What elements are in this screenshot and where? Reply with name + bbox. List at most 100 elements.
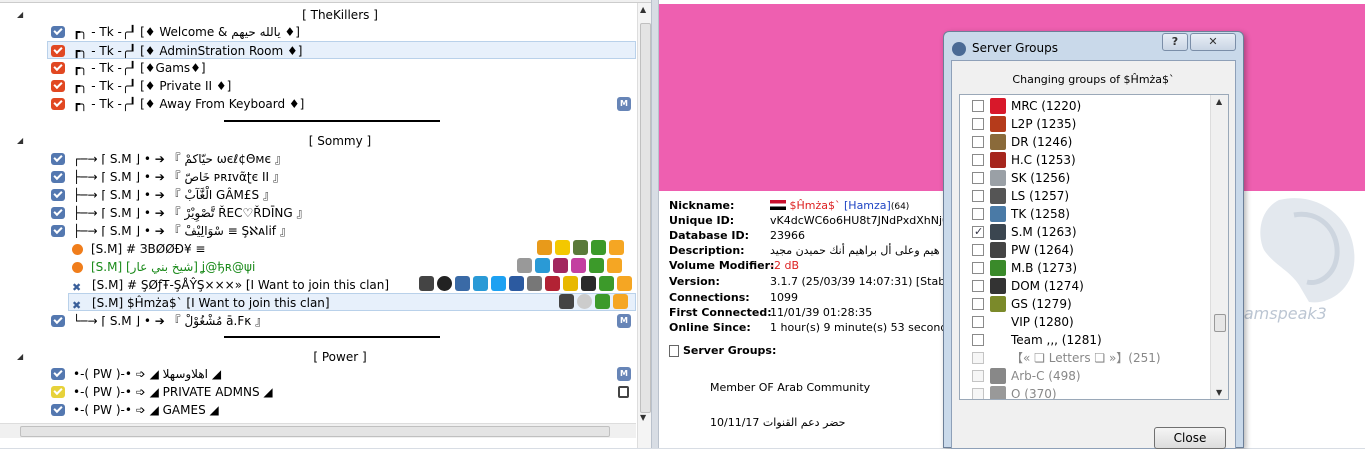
group-checkbox[interactable] bbox=[972, 316, 984, 328]
client-item[interactable]: [S.M] [شيخ بني عار] ʝ@ђʀ@ψi bbox=[72, 258, 255, 276]
group-list[interactable]: MRC (1220) L2P (1235) DR (1246) H.C (1253) S… bbox=[959, 94, 1229, 400]
group-label: VIP (1280) bbox=[1011, 315, 1074, 329]
channel-item[interactable]: ├─→ ⌈ S.M ⌋ • ➔ 『 الْغَّآبْ GÂM£S 』 bbox=[51, 186, 275, 204]
close-icon[interactable]: ✕ bbox=[1190, 33, 1236, 51]
scroll-down-icon[interactable]: ▼ bbox=[1216, 388, 1222, 397]
group-icon bbox=[990, 116, 1006, 132]
badge-icon bbox=[555, 240, 570, 255]
group-description-line: حضر دعم القنوات 10/11/17 bbox=[710, 416, 846, 429]
star-icon bbox=[607, 258, 622, 273]
scroll-down-icon[interactable]: ▼ bbox=[640, 413, 646, 422]
channel-icon bbox=[51, 26, 65, 38]
creeper-icon bbox=[599, 276, 614, 291]
client-item[interactable]: [S.M] # ЗВØØÐ¥ ≡ bbox=[72, 240, 205, 258]
channel-icon bbox=[51, 386, 65, 398]
scroll-up-icon[interactable]: ▲ bbox=[1216, 97, 1222, 106]
group-icon bbox=[990, 188, 1006, 204]
channel-item[interactable]: └─→ ⌈ S.M ⌋ • ➔ 『 مُشْغُوْلْ ā.Fκ 』 bbox=[51, 312, 267, 330]
door-icon bbox=[419, 276, 434, 291]
client-item-selected[interactable]: ✖ [S.M] $Ĥmża$` [I Want to join this clan… bbox=[68, 293, 636, 312]
group-checkbox[interactable] bbox=[972, 118, 984, 130]
star-icon bbox=[609, 240, 624, 255]
scroll-thumb[interactable] bbox=[640, 23, 651, 413]
group-label: PW (1264) bbox=[1011, 243, 1074, 257]
channel-icon bbox=[51, 80, 65, 92]
channel-tree[interactable]: ◢ [ TheKillers ] ┏╮ - Tk -╭┚ [♦ Welcome … bbox=[0, 0, 652, 448]
facebook-icon bbox=[509, 276, 524, 291]
cube-icon bbox=[573, 240, 588, 255]
group-label: TK (1258) bbox=[1011, 207, 1070, 221]
channel-icon bbox=[51, 189, 65, 201]
collapse-arrow-icon[interactable]: ◢ bbox=[17, 6, 27, 24]
channel-item[interactable]: ├─→ ⌈ S.M ⌋ • ➔ 『 تَّصْوِيْرْ ŘEC♡ŘDĪNG … bbox=[51, 204, 309, 222]
tree-horizontal-scrollbar[interactable] bbox=[0, 423, 636, 438]
channel-item-selected[interactable]: ┏╮ - Tk -╭┚ [♦ AdminStration Room ♦] bbox=[47, 41, 636, 59]
group-icon bbox=[990, 206, 1006, 222]
channel-icon bbox=[51, 404, 65, 416]
channel-item[interactable]: •-( PW )-• ➩ ◢ GAMES ◢ bbox=[51, 401, 219, 419]
group-checkbox[interactable] bbox=[972, 262, 984, 274]
channel-icon bbox=[51, 171, 65, 183]
group-label: L2P (1235) bbox=[1011, 117, 1077, 131]
group-checkbox[interactable] bbox=[972, 136, 984, 148]
badge-icon bbox=[613, 294, 628, 309]
group-checkbox[interactable] bbox=[972, 190, 984, 202]
channel-item[interactable]: ┏╮ - Tk -╭┚ [♦ Away From Keyboard ♦] bbox=[51, 95, 304, 113]
group-checkbox[interactable] bbox=[972, 208, 984, 220]
client-badges bbox=[537, 240, 624, 256]
group-checkbox[interactable] bbox=[972, 154, 984, 166]
group-checkbox[interactable] bbox=[972, 280, 984, 292]
group-checkbox bbox=[972, 388, 984, 399]
spacer-sommy[interactable]: ◢ [ Sommy ] bbox=[0, 132, 636, 150]
group-label: Team ,,, (1281) bbox=[1011, 333, 1102, 347]
group-label: H.C (1253) bbox=[1011, 153, 1076, 167]
us-flag-icon bbox=[545, 276, 560, 291]
group-icon bbox=[990, 134, 1006, 150]
tools-icon: ✖ bbox=[72, 299, 82, 312]
client-item[interactable]: ✖ [S.M] # ŞØƒŦ-ŞÅŶŞ×××» [I Want to join t… bbox=[72, 276, 389, 294]
tree-vertical-scrollbar[interactable]: ▲ ▼ bbox=[637, 3, 651, 448]
server-groups-dialog[interactable]: Server Groups ? ✕ Changing groups of $Ĥm… bbox=[943, 31, 1244, 449]
group-checkbox[interactable] bbox=[972, 172, 984, 184]
server-icon bbox=[581, 276, 596, 291]
badge-icon bbox=[617, 276, 632, 291]
group-label: M.B (1273) bbox=[1011, 261, 1078, 275]
document-icon bbox=[669, 345, 679, 357]
client-status-icon bbox=[72, 261, 83, 273]
club-icon bbox=[553, 258, 568, 273]
group-checkbox[interactable] bbox=[972, 298, 984, 310]
dialog-caption: Changing groups of $Ĥmża$` bbox=[1012, 73, 1175, 86]
group-checkbox[interactable] bbox=[972, 223, 984, 241]
channel-icon bbox=[51, 368, 65, 380]
channel-item[interactable]: ┏╮ - Tk -╭┚ [♦ Welcome & يالله حيهم ♦] bbox=[51, 23, 300, 41]
dialog-title: Server Groups bbox=[952, 38, 1058, 58]
steam-icon bbox=[437, 276, 452, 291]
collapse-arrow-icon[interactable]: ◢ bbox=[17, 348, 27, 366]
client-status-icon bbox=[72, 243, 83, 255]
channel-icon bbox=[51, 225, 65, 237]
channel-item[interactable]: ├─→ ⌈ S.M ⌋ • ➔ 『 سْوَالِيْفْ ≡ Şℵᴀlif 』 bbox=[51, 222, 292, 240]
channel-item[interactable]: ├─→ ⌈ S.M ⌋ • ➔ 『 خَاصّ ᴘʀɪᴠᾶʈє II 』 bbox=[51, 168, 285, 186]
channel-item[interactable]: ┏╮ - Tk -╭┚ [♦Gams♦] bbox=[51, 59, 206, 77]
scroll-thumb[interactable] bbox=[20, 426, 610, 437]
channel-item[interactable]: ┏╮ - Tk -╭┚ [♦ Private II ♦] bbox=[51, 77, 231, 95]
scroll-thumb[interactable] bbox=[1214, 314, 1226, 332]
group-checkbox[interactable] bbox=[972, 244, 984, 256]
help-button[interactable]: ? bbox=[1162, 33, 1188, 51]
channel-item[interactable]: ┌─→ ⌈ S.M ⌋ • ➔ 『 حيّاكمْ ωєℓ¢Θмє 』 bbox=[51, 150, 287, 168]
group-list-scrollbar[interactable]: ▲ ▼ bbox=[1210, 95, 1228, 399]
scroll-up-icon[interactable]: ▲ bbox=[640, 5, 646, 14]
teamspeak-icon bbox=[952, 41, 966, 56]
channel-icon bbox=[51, 207, 65, 219]
collapse-arrow-icon[interactable]: ◢ bbox=[17, 132, 27, 150]
close-button[interactable]: Close bbox=[1154, 427, 1226, 449]
flag-icon bbox=[770, 200, 786, 210]
spacer-power[interactable]: ◢ [ Power ] bbox=[0, 348, 636, 366]
channel-item[interactable]: •-( PW )-• ➩ ◢ PRIVATE ADMNS ◢ bbox=[51, 383, 273, 401]
spacer-thekillers[interactable]: ◢ [ TheKillers ] bbox=[0, 6, 636, 24]
group-label: DR (1246) bbox=[1011, 135, 1073, 149]
crown-icon bbox=[517, 258, 532, 273]
group-checkbox[interactable] bbox=[972, 334, 984, 346]
channel-item[interactable]: •-( PW )-• ➩ ◢ اهلاوسهلا ◢ bbox=[51, 365, 221, 383]
group-checkbox[interactable] bbox=[972, 100, 984, 112]
